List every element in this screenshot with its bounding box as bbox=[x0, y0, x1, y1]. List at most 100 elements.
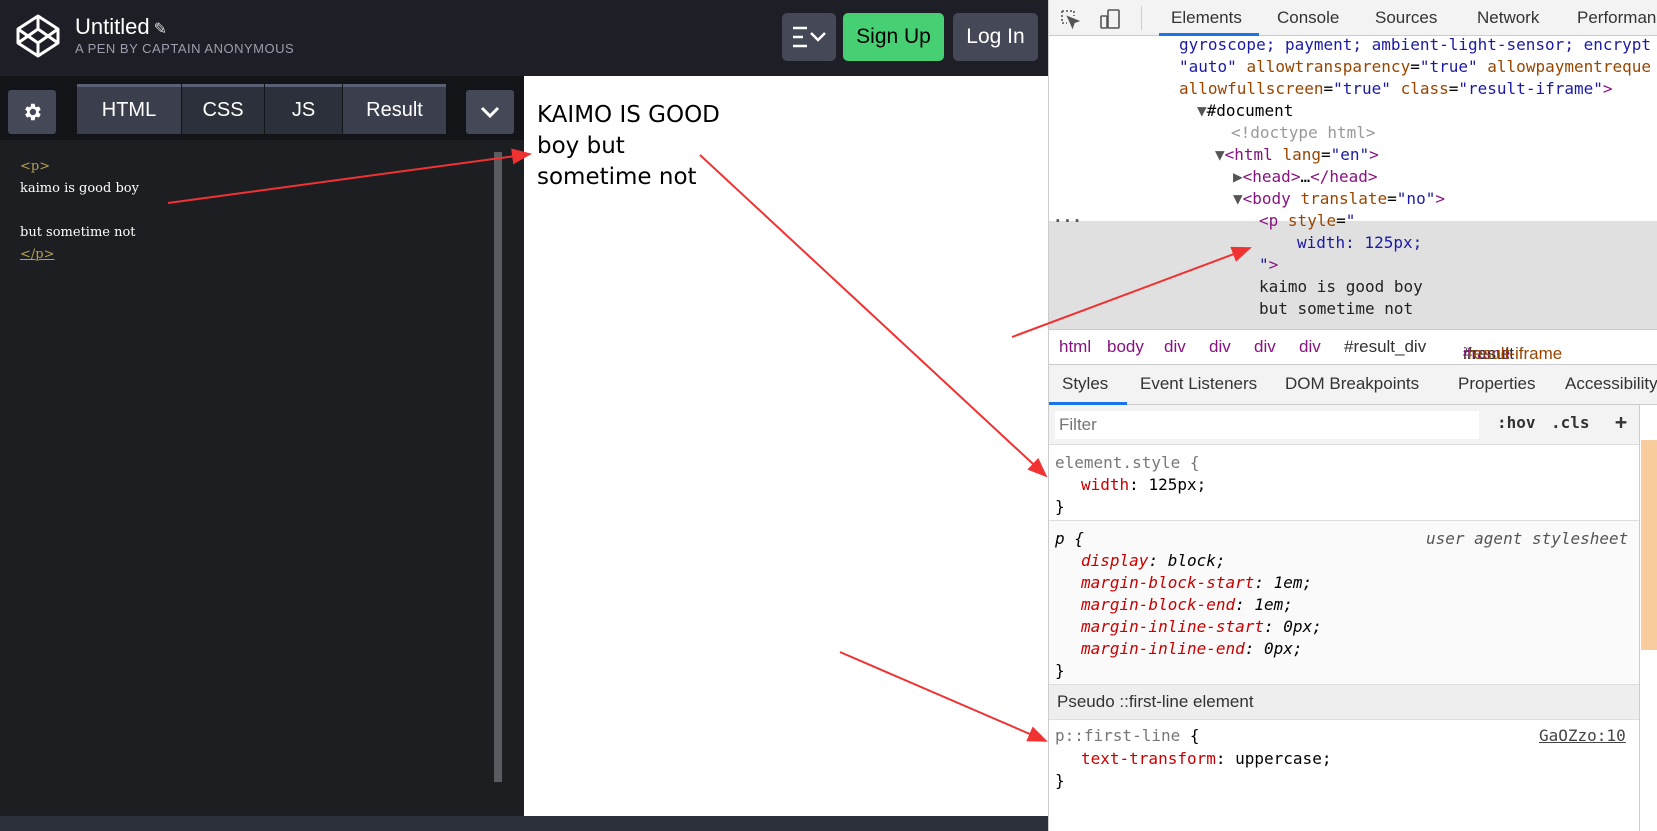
breadcrumb-item[interactable]: div bbox=[1209, 337, 1231, 357]
dom-line-body[interactable]: ▼<body translate="no"> bbox=[1233, 188, 1445, 210]
breadcrumb-class: .result-iframe bbox=[1463, 344, 1563, 363]
chevron-down-icon bbox=[480, 106, 500, 119]
property-name: text-transform bbox=[1081, 749, 1216, 768]
settings-button[interactable] bbox=[8, 90, 56, 134]
toolbar-divider bbox=[1141, 6, 1142, 30]
breadcrumb-item[interactable]: div bbox=[1254, 337, 1276, 357]
tab-sources[interactable]: Sources bbox=[1375, 8, 1437, 28]
attr-value: "en" bbox=[1330, 145, 1370, 164]
attr-value: "no" bbox=[1396, 189, 1436, 208]
property-value: 1em; bbox=[1273, 573, 1313, 592]
tab-js[interactable]: JS bbox=[265, 84, 342, 134]
pen-title[interactable]: Untitled ✎ bbox=[75, 14, 167, 40]
attr-name: translate bbox=[1300, 189, 1388, 208]
rule-close: } bbox=[1055, 497, 1065, 516]
user-agent-p-rule[interactable]: p { user agent stylesheet display: block… bbox=[1049, 521, 1639, 685]
tab-accessibility[interactable]: Accessibility bbox=[1565, 374, 1657, 394]
html-editor-pane: HTML CSS JS Result <p> kaimo is good boy… bbox=[0, 76, 524, 816]
style-declaration: margin-block-start: 1em; bbox=[1081, 573, 1313, 592]
dom-line-head[interactable]: ▶<head>…</head> bbox=[1233, 166, 1378, 188]
dom-text-node[interactable]: kaimo is good boy bbox=[1259, 276, 1423, 298]
tab-result[interactable]: Result bbox=[343, 84, 446, 134]
styles-filter-input[interactable] bbox=[1055, 411, 1479, 439]
collapse-triangle-icon[interactable]: ▼ bbox=[1197, 101, 1207, 120]
editor-dropdown-button[interactable] bbox=[466, 90, 514, 134]
attr-value: "true" bbox=[1333, 79, 1391, 98]
breadcrumb-item[interactable]: div bbox=[1164, 337, 1186, 357]
style-declaration: display: block; bbox=[1081, 551, 1226, 570]
tab-html[interactable]: HTML bbox=[77, 84, 181, 134]
dom-line-p[interactable]: <p style=" bbox=[1259, 210, 1355, 232]
tab-styles[interactable]: Styles bbox=[1062, 374, 1108, 394]
attr-name: allowtransparency bbox=[1246, 57, 1411, 76]
more-options-icon[interactable]: ··· bbox=[1053, 210, 1082, 232]
dom-line[interactable]: "auto" allowtransparency="true" allowpay… bbox=[1179, 56, 1651, 78]
tag-name: html bbox=[1234, 145, 1273, 164]
filter-row: :hov .cls + bbox=[1049, 405, 1639, 445]
pencil-icon[interactable]: ✎ bbox=[154, 21, 167, 38]
pen-title-text: Untitled bbox=[75, 14, 150, 39]
element-style-rule[interactable]: element.style { width: 125px; } bbox=[1049, 445, 1639, 521]
property-value: 125px; bbox=[1148, 475, 1207, 494]
dom-line[interactable]: gyroscope; payment; ambient-light-sensor… bbox=[1179, 36, 1651, 56]
device-toolbar-icon[interactable] bbox=[1099, 8, 1121, 30]
tab-css[interactable]: CSS bbox=[182, 84, 264, 134]
ellipsis: … bbox=[1300, 167, 1311, 186]
property-name: display bbox=[1081, 551, 1149, 570]
attr-name: lang bbox=[1282, 145, 1321, 164]
dom-line-style[interactable]: width: 125px; bbox=[1297, 232, 1422, 254]
breadcrumb-item[interactable]: div bbox=[1299, 337, 1321, 357]
editor-scrollbar[interactable] bbox=[494, 152, 502, 782]
dom-line-p-close[interactable]: "> bbox=[1259, 254, 1278, 276]
html-code[interactable]: <p> kaimo is good boy but sometime not <… bbox=[20, 156, 139, 266]
dom-line-doctype[interactable]: <!doctype html> bbox=[1231, 122, 1376, 144]
dom-line-document[interactable]: ▼#document bbox=[1197, 100, 1293, 122]
log-in-button[interactable]: Log In bbox=[953, 13, 1038, 61]
tab-elements[interactable]: Elements bbox=[1171, 8, 1242, 28]
expand-triangle-icon[interactable]: ▶ bbox=[1233, 167, 1243, 186]
collapse-triangle-icon[interactable]: ▼ bbox=[1233, 189, 1243, 208]
attr-value: "result-iframe" bbox=[1458, 79, 1603, 98]
sign-up-button[interactable]: Sign Up bbox=[843, 13, 944, 61]
property-name: margin-inline-end bbox=[1081, 639, 1245, 658]
class-toggle[interactable]: .cls bbox=[1551, 413, 1590, 432]
dom-line[interactable]: allowfullscreen="true" class="result-ifr… bbox=[1179, 78, 1613, 100]
collapse-triangle-icon[interactable]: ▼ bbox=[1215, 145, 1225, 164]
tab-console[interactable]: Console bbox=[1277, 8, 1339, 28]
rule-source-link[interactable]: GaOZzo:10 bbox=[1539, 725, 1626, 747]
rule-close: } bbox=[1055, 661, 1065, 680]
hover-state-toggle[interactable]: :hov bbox=[1497, 413, 1536, 432]
tab-properties[interactable]: Properties bbox=[1458, 374, 1535, 394]
tab-event-listeners[interactable]: Event Listeners bbox=[1140, 374, 1257, 394]
rule-source: user agent stylesheet bbox=[1426, 529, 1629, 548]
tab-network[interactable]: Network bbox=[1477, 8, 1539, 28]
new-style-rule-button[interactable]: + bbox=[1615, 410, 1627, 434]
codepen-footer-bar bbox=[0, 816, 1048, 831]
devtools-toolbar: Elements Console Sources Network Perform… bbox=[1049, 0, 1657, 36]
tag-name: p bbox=[1268, 211, 1279, 230]
code-line: kaimo is good boy bbox=[20, 181, 139, 196]
breadcrumb-item[interactable]: #result_div bbox=[1344, 337, 1426, 357]
result-pane: kaimo is good boy but sometime not bbox=[524, 76, 1048, 816]
attr-name: allowpaymentreque bbox=[1487, 57, 1652, 76]
box-model-margin bbox=[1641, 440, 1657, 650]
dom-text-node[interactable]: but sometime not bbox=[1259, 298, 1413, 320]
property-name: margin-block-start bbox=[1081, 573, 1255, 592]
first-line-rule[interactable]: p::first-line { GaOZzo:10 text-transform… bbox=[1049, 720, 1639, 800]
breadcrumb-item[interactable]: body bbox=[1107, 337, 1144, 357]
style-declaration[interactable]: width: 125px; bbox=[1081, 474, 1206, 496]
styles-pane: :hov .cls + element.style { width: 125px… bbox=[1049, 405, 1639, 831]
brace: { bbox=[1189, 726, 1200, 745]
rule-close: } bbox=[1055, 771, 1065, 790]
tab-performance[interactable]: Performan bbox=[1577, 8, 1656, 28]
breadcrumb-item[interactable]: html bbox=[1059, 337, 1091, 357]
attr-name: style bbox=[1287, 211, 1337, 230]
layout-menu-button[interactable] bbox=[782, 13, 836, 61]
style-declaration[interactable]: text-transform: uppercase; bbox=[1081, 748, 1331, 770]
property-value: block; bbox=[1167, 551, 1226, 570]
codepen-logo-icon[interactable] bbox=[14, 12, 62, 60]
attr-value: gyroscope; payment; ambient-light-sensor… bbox=[1179, 36, 1652, 54]
inspect-element-icon[interactable] bbox=[1059, 8, 1081, 30]
tab-dom-breakpoints[interactable]: DOM Breakpoints bbox=[1285, 374, 1419, 394]
dom-line-html[interactable]: ▼<html lang="en"> bbox=[1215, 144, 1379, 166]
